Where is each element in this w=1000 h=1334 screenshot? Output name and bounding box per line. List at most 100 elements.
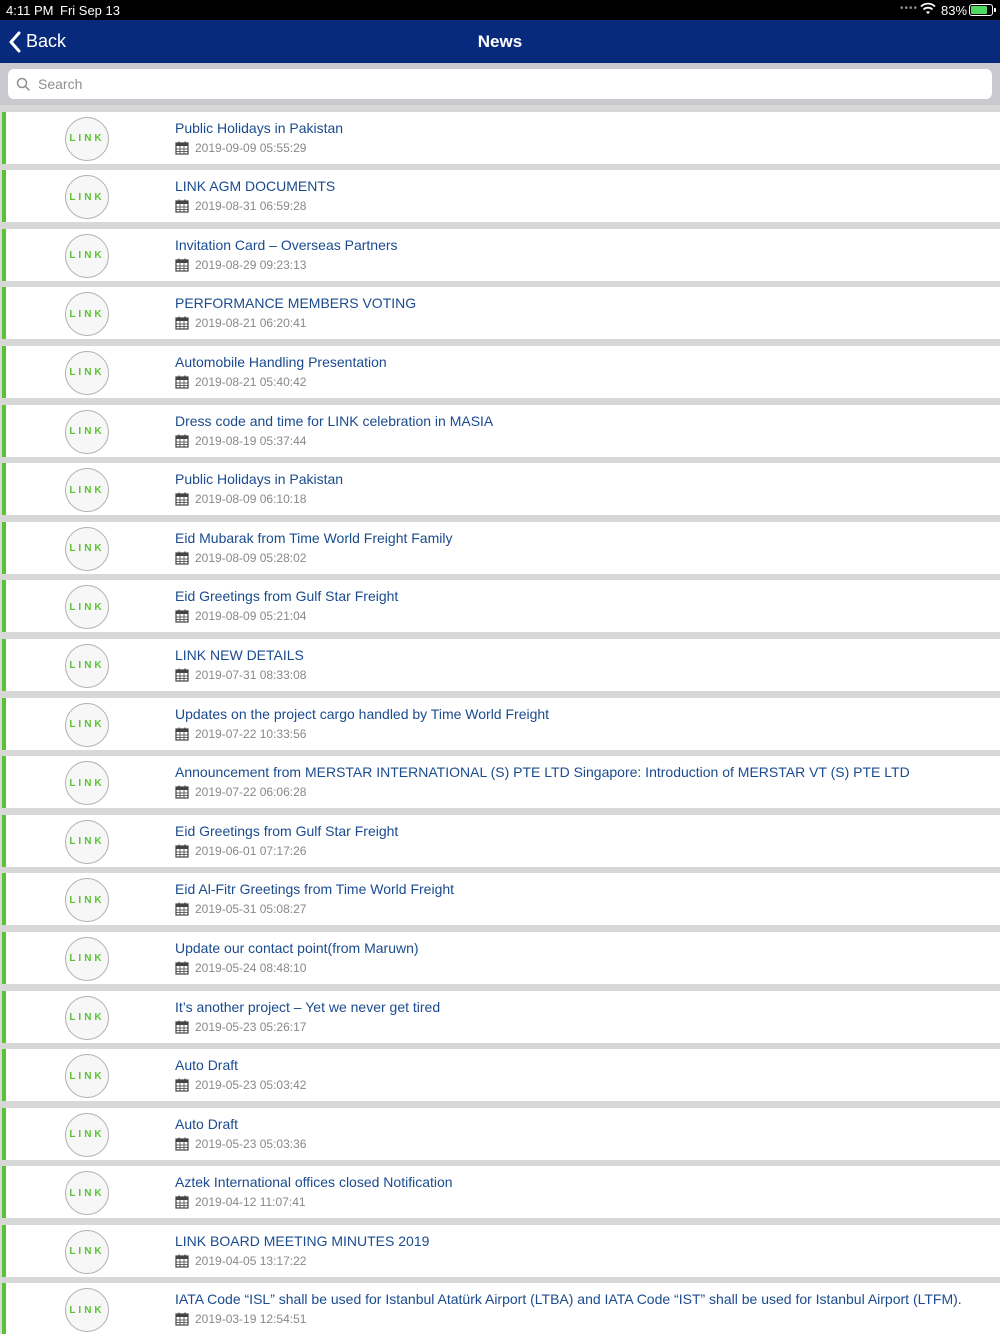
link-logo-icon: LINK — [65, 233, 109, 278]
calendar-icon — [175, 434, 189, 448]
status-date: Fri Sep 13 — [60, 3, 120, 18]
news-title: LINK NEW DETAILS — [175, 646, 304, 663]
calendar-icon — [175, 1312, 189, 1327]
news-list[interactable]: LINK Public Holidays in Pakistan 2019-09-0… — [0, 105, 1000, 1334]
calendar-icon — [175, 1195, 189, 1209]
news-date: 2019-04-12 11:07:41 — [175, 1195, 306, 1209]
news-list-item[interactable]: LINK Auto Draft 2019-05-23 05:03:42 — [2, 1049, 1000, 1102]
logo-text: LINK — [69, 543, 105, 555]
link-logo-icon: LINK — [65, 116, 109, 161]
logo-text: LINK — [69, 777, 105, 789]
news-title: LINK AGM DOCUMENTS — [175, 178, 336, 195]
navigation-bar: Back News — [0, 20, 1000, 63]
news-date-text: 2019-05-24 08:48:10 — [195, 960, 307, 975]
calendar-icon — [175, 609, 189, 623]
news-date-text: 2019-08-19 05:37:44 — [195, 433, 307, 448]
news-date: 2019-05-23 05:03:42 — [175, 1078, 306, 1092]
news-title: Eid Mubarak from Time World Freight Fami… — [175, 529, 453, 546]
news-list-item[interactable]: LINK Eid Greetings from Gulf Star Freight… — [2, 580, 1000, 633]
news-date: 2019-05-24 08:48:10 — [175, 961, 306, 975]
news-date: 2019-05-31 05:08:27 — [175, 902, 306, 916]
link-logo-icon: LINK — [65, 526, 109, 571]
search-box[interactable] — [8, 69, 992, 99]
news-list-item[interactable]: LINK Public Holidays in Pakistan 2019-09-0… — [2, 111, 1000, 164]
link-logo-icon: LINK — [65, 468, 109, 513]
news-title: Aztek International offices closed Notif… — [175, 1174, 453, 1191]
news-list-item[interactable]: LINK Aztek International offices closed N… — [2, 1166, 1000, 1219]
link-logo-icon: LINK — [65, 1112, 109, 1157]
logo-text: LINK — [69, 250, 105, 262]
logo-text: LINK — [69, 426, 105, 438]
news-title: Invitation Card – Overseas Partners — [175, 236, 398, 253]
news-list-item[interactable]: LINK IATA Code “ISL” shall be used for Is… — [2, 1283, 1000, 1334]
news-date-text: 2019-05-23 05:26:17 — [195, 1019, 307, 1034]
link-logo-icon: LINK — [65, 409, 109, 454]
news-date: 2019-08-09 05:28:02 — [175, 551, 306, 565]
news-list-item[interactable]: LINK Automobile Handling Presentation 2019… — [2, 345, 1000, 398]
calendar-icon — [175, 1254, 189, 1268]
logo-text: LINK — [69, 953, 105, 965]
news-title: Announcement from MERSTAR INTERNATIONAL … — [175, 764, 910, 781]
news-title: LINK BOARD MEETING MINUTES 2019 — [175, 1232, 430, 1249]
link-logo-icon: LINK — [65, 1171, 109, 1216]
news-date-text: 2019-05-23 05:03:42 — [195, 1078, 307, 1093]
link-logo-icon: LINK — [65, 936, 109, 981]
news-date-text: 2019-03-19 12:54:51 — [195, 1312, 307, 1327]
news-date-text: 2019-08-29 09:23:13 — [195, 257, 307, 272]
logo-text: LINK — [69, 719, 105, 731]
news-title: PERFORMANCE MEMBERS VOTING — [175, 295, 417, 312]
logo-text: LINK — [69, 191, 105, 203]
news-date: 2019-08-31 06:59:28 — [175, 199, 306, 213]
calendar-icon — [175, 551, 189, 565]
logo-text: LINK — [69, 1012, 105, 1023]
link-logo-icon: LINK — [65, 819, 109, 864]
news-list-item[interactable]: LINK Invitation Card – Overseas Partners 2… — [2, 228, 1000, 281]
logo-text: LINK — [69, 1304, 105, 1316]
news-date-text: 2019-08-09 05:21:04 — [195, 609, 307, 624]
news-list-item[interactable]: LINK Eid Al-Fitr Greetings from Time Worl… — [2, 873, 1000, 926]
news-date: 2019-07-31 08:33:08 — [175, 668, 306, 682]
calendar-icon — [175, 727, 189, 741]
news-date: 2019-08-21 05:40:42 — [175, 375, 306, 389]
news-list-item[interactable]: LINK LINK NEW DETAILS 2019-07-31 08:33:08 — [2, 638, 1000, 691]
news-list-item[interactable]: LINK It’s another project – Yet we never … — [2, 990, 1000, 1043]
news-title: Public Holidays in Pakistan — [175, 471, 344, 488]
news-date-text: 2019-04-05 13:17:22 — [195, 1253, 307, 1268]
link-logo-icon: LINK — [65, 175, 109, 220]
news-date: 2019-08-19 05:37:44 — [175, 434, 306, 448]
news-date: 2019-05-23 05:03:36 — [175, 1137, 306, 1151]
search-icon — [16, 77, 30, 91]
calendar-icon — [175, 316, 189, 330]
news-date-text: 2019-09-09 05:55:29 — [195, 140, 307, 155]
search-input[interactable] — [38, 76, 938, 92]
news-list-item[interactable]: LINK Updates on the project cargo handled… — [2, 697, 1000, 750]
link-logo-icon: LINK — [65, 761, 109, 806]
link-logo-icon: LINK — [65, 1229, 109, 1274]
news-date: 2019-08-21 06:20:41 — [175, 316, 306, 330]
logo-text: LINK — [69, 894, 105, 906]
page-title: News — [477, 32, 523, 51]
news-date: 2019-06-01 07:17:26 — [175, 844, 306, 858]
news-list-item[interactable]: LINK Eid Greetings from Gulf Star Freight… — [2, 814, 1000, 867]
news-list-item[interactable]: LINK Public Holidays in Pakistan 2019-08-0… — [2, 463, 1000, 516]
news-list-item[interactable]: LINK Eid Mubarak from Time World Freight … — [2, 521, 1000, 574]
news-list-item[interactable]: LINK LINK AGM DOCUMENTS 2019-08-31 06:59:2… — [2, 170, 1000, 223]
news-list-item[interactable]: LINK Announcement from MERSTAR INTERNATIO… — [2, 756, 1000, 809]
news-title: Dress code and time for LINK celebration… — [175, 412, 494, 429]
news-date: 2019-03-19 12:54:51 — [175, 1312, 306, 1326]
calendar-icon — [175, 785, 189, 799]
news-date-text: 2019-08-21 06:20:41 — [195, 316, 307, 331]
calendar-icon — [175, 1137, 189, 1151]
wifi-icon — [920, 2, 936, 14]
news-list-item[interactable]: LINK Dress code and time for LINK celebra… — [2, 404, 1000, 457]
news-date-text: 2019-06-01 07:17:26 — [195, 843, 307, 858]
news-list-item[interactable]: LINK Auto Draft 2019-05-23 05:03:36 — [2, 1107, 1000, 1160]
calendar-icon — [175, 961, 189, 975]
news-list-item[interactable]: LINK Update our contact point(from Maruwn… — [2, 931, 1000, 984]
logo-text: LINK — [69, 308, 105, 320]
news-list-item[interactable]: LINK PERFORMANCE MEMBERS VOTING 2019-08-21… — [2, 287, 1000, 340]
logo-text: LINK — [69, 133, 105, 145]
news-list-item[interactable]: LINK LINK BOARD MEETING MINUTES 2019 2019-… — [2, 1224, 1000, 1277]
news-date-text: 2019-08-09 06:10:18 — [195, 492, 307, 507]
news-title: IATA Code “ISL” shall be used for Istanb… — [175, 1291, 962, 1308]
